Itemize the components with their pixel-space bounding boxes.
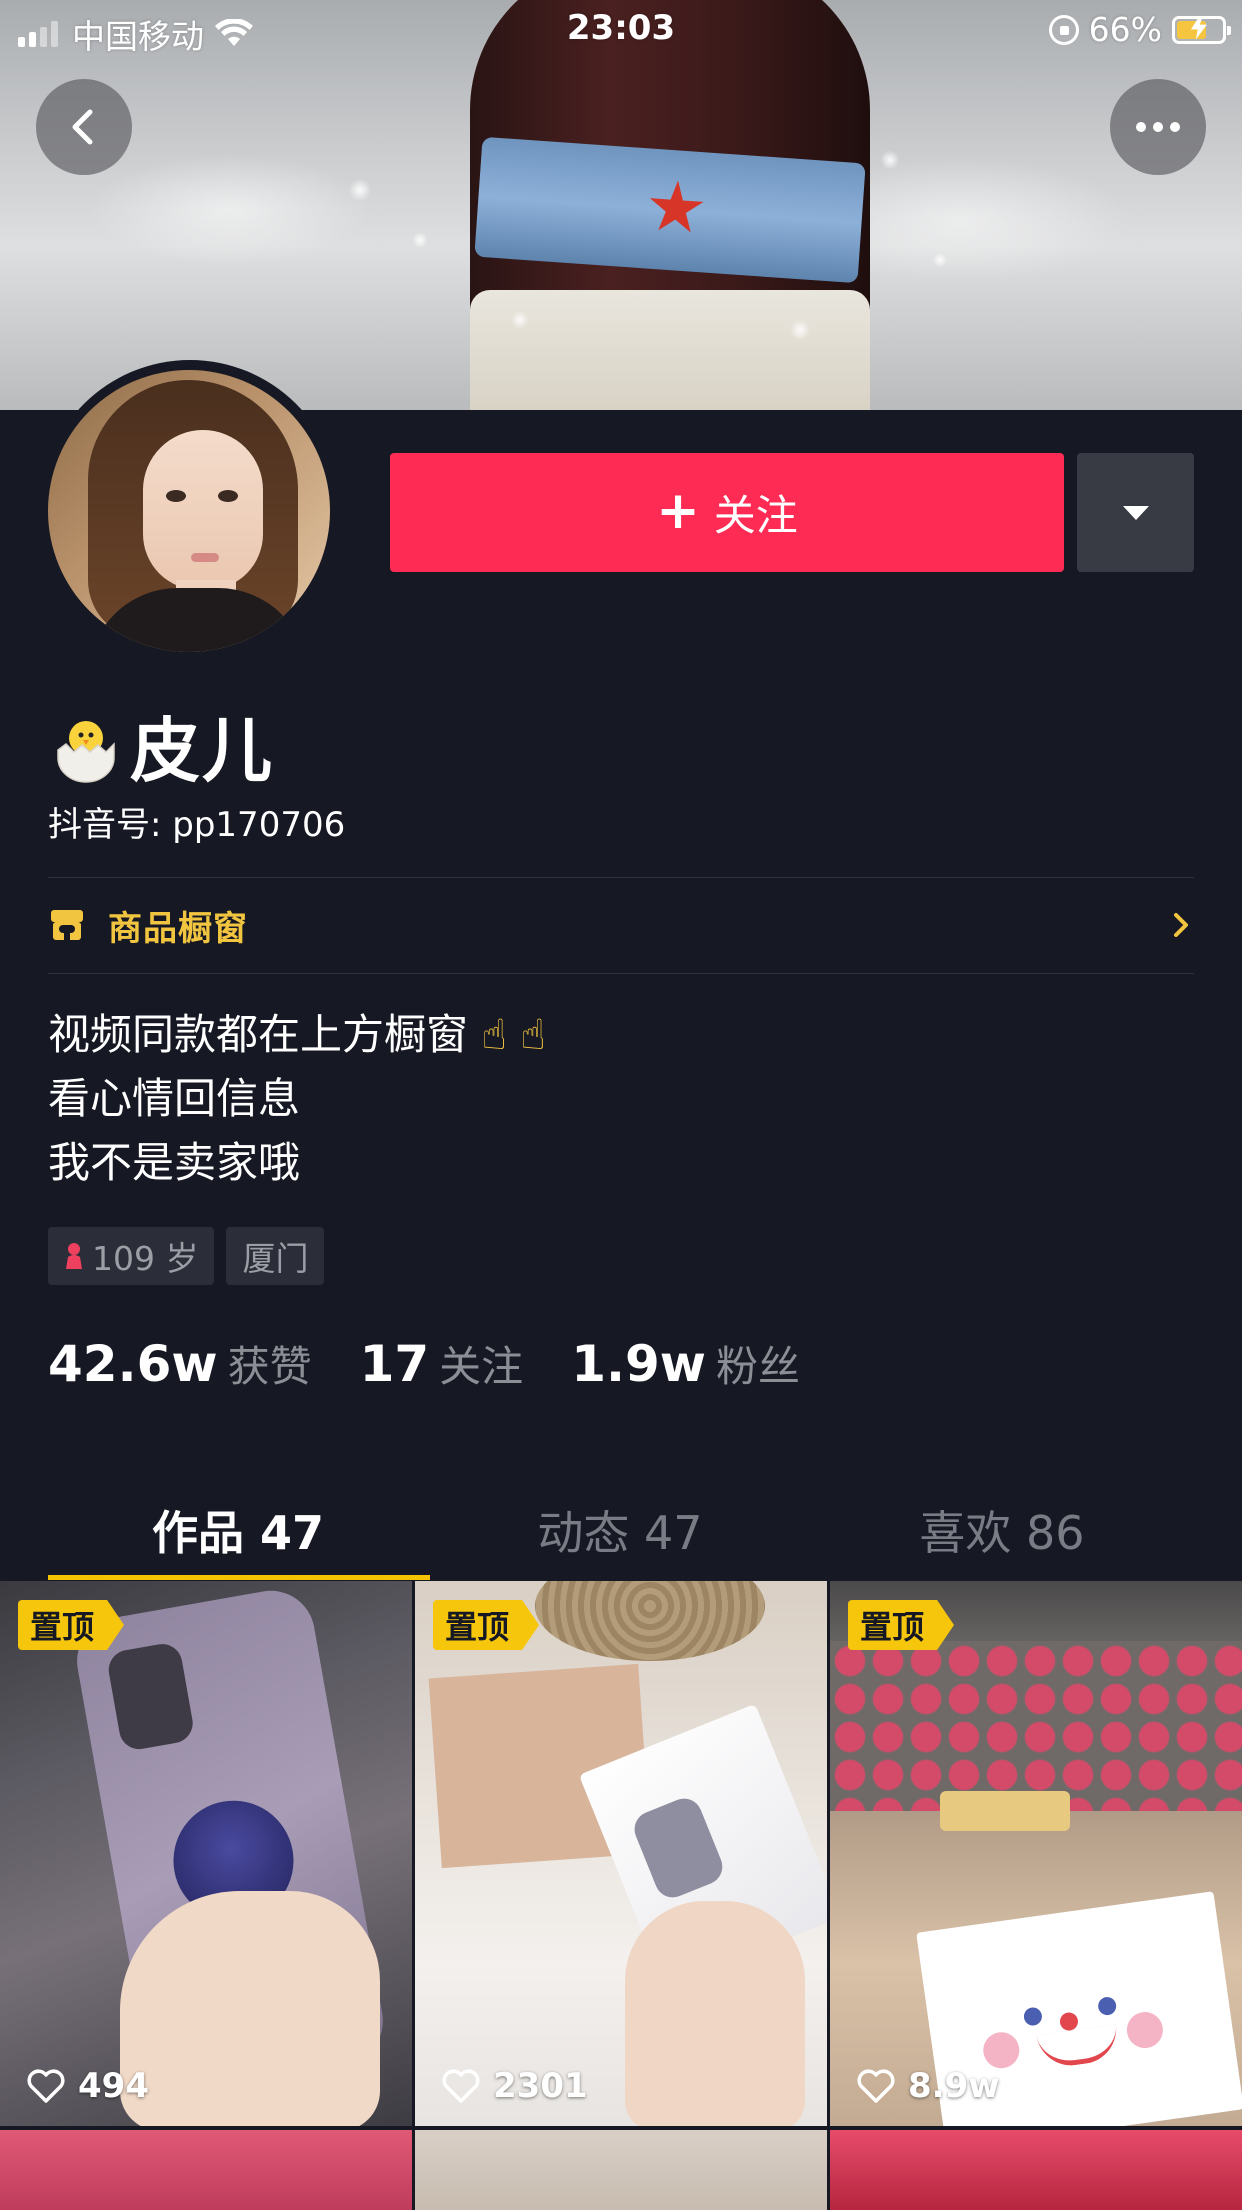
video-likes-count: 8.9w: [908, 2066, 1000, 2106]
age-tag-text: 109 岁: [92, 1239, 199, 1278]
battery-icon: [1172, 15, 1231, 44]
thumb-eye-left: [1022, 2006, 1044, 2027]
tab-posts[interactable]: 动态 47: [430, 1480, 810, 1580]
avatar-eye-left: [166, 490, 186, 502]
status-right: 66%: [1048, 10, 1231, 49]
tab-likes[interactable]: 喜欢 86: [812, 1480, 1192, 1580]
thumb-blush-right: [1124, 2009, 1166, 2051]
location-tag: 厦门: [226, 1227, 325, 1285]
chevron-left-icon: [72, 109, 93, 145]
hatching-chick-icon: [57, 720, 115, 783]
more-button[interactable]: [1110, 79, 1206, 175]
nickname-text: 皮儿: [130, 710, 274, 792]
pointing-up-icon: ☝ ☝: [481, 1010, 546, 1059]
tab-works[interactable]: 作品 47: [48, 1480, 428, 1580]
video-thumbnail[interactable]: 置顶 494: [0, 1581, 412, 2126]
thumb-box-lens: [629, 1793, 728, 1903]
fans-label: 粉丝: [715, 1342, 800, 1391]
heart-icon: [27, 2069, 65, 2103]
profile-stats: 42.6w 获赞 17 关注 1.9w 粉丝: [48, 1333, 848, 1394]
follow-button[interactable]: + 关注: [390, 453, 1064, 572]
rotation-lock-icon: [1048, 14, 1079, 45]
female-icon: [66, 1243, 82, 1269]
avatar[interactable]: [48, 370, 330, 652]
avatar-face: [143, 430, 263, 590]
thumb-tray-decoration: [940, 1791, 1070, 1831]
likes-stat: 42.6w 获赞: [48, 1333, 312, 1394]
video-thumbnail[interactable]: [415, 2130, 827, 2210]
more-dots-icon: [1136, 122, 1180, 132]
video-thumbnail[interactable]: 置顶 2301: [415, 1581, 827, 2126]
bio-line-2: 看心情回信息: [48, 1074, 301, 1123]
video-likes: 8.9w: [856, 2066, 1000, 2106]
video-likes: 494: [26, 2066, 149, 2106]
cover-image: [0, 0, 1242, 410]
thumb-hand-decoration: [625, 1901, 805, 2126]
divider-bottom: [48, 973, 1194, 974]
back-button[interactable]: [36, 79, 132, 175]
nickname: 皮儿: [48, 695, 274, 796]
location-tag-text: 厦门: [242, 1239, 309, 1278]
bio-line-3: 我不是卖家哦: [48, 1138, 301, 1187]
shop-window-label: 商品橱窗: [108, 908, 248, 949]
following-label: 关注: [439, 1342, 524, 1391]
thumb-rope-decoration: [535, 1581, 765, 1661]
thumb-phone-camera: [105, 1640, 196, 1753]
video-thumbnail[interactable]: [830, 2130, 1242, 2210]
pinned-badge: 置顶: [433, 1600, 540, 1650]
recommend-dropdown-button[interactable]: [1077, 453, 1194, 572]
thumb-eye-right: [1097, 1995, 1118, 2017]
bio-line-1: 视频同款都在上方橱窗 ☝ ☝: [48, 1003, 546, 1067]
video-thumbnail[interactable]: [0, 2130, 412, 2210]
likes-count: 42.6w: [48, 1335, 218, 1393]
thumb-blush-left: [980, 2029, 1022, 2071]
thumb-hand-decoration: [120, 1891, 380, 2126]
avatar-eye-right: [218, 490, 238, 502]
video-likes-count: 494: [78, 2066, 149, 2106]
caret-down-icon: [1122, 505, 1149, 520]
bio-line-1-text: 视频同款都在上方橱窗: [48, 1010, 469, 1059]
video-likes: 2301: [441, 2066, 588, 2106]
video-thumbnail[interactable]: 置顶 8.9w: [830, 1581, 1242, 2126]
content-tabs: 作品 47 动态 47 喜欢 86: [0, 1480, 1242, 1580]
plus-icon: +: [656, 480, 700, 541]
age-tag: 109 岁: [48, 1227, 215, 1285]
heart-icon: [442, 2069, 480, 2103]
pinned-badge: 置顶: [18, 1600, 125, 1650]
following-count: 17: [359, 1335, 430, 1393]
avatar-lips: [191, 553, 219, 562]
following-stat[interactable]: 17 关注: [360, 1333, 524, 1394]
heart-icon: [857, 2069, 895, 2103]
shop-window-row[interactable]: 商品橱窗: [48, 877, 1194, 973]
chevron-right-icon: [1174, 913, 1188, 937]
video-grid: 置顶 494 置顶 2301 置顶 8.9w: [0, 1581, 1242, 2210]
status-bar: 中国移动 23:03 66%: [0, 0, 1242, 58]
profile-tags: 109 岁 厦门: [48, 1227, 325, 1285]
storefront-icon: [51, 910, 83, 940]
follow-label: 关注: [713, 491, 798, 540]
douyin-id: 抖音号: pp170706: [48, 805, 346, 845]
bio: 视频同款都在上方橱窗 ☝ ☝ 看心情回信息 我不是卖家哦: [48, 1003, 546, 1195]
video-likes-count: 2301: [493, 2066, 588, 2106]
likes-label: 获赞: [227, 1342, 312, 1391]
battery-percent: 66%: [1088, 10, 1162, 49]
thumb-keyboard-decoration: [830, 1641, 1242, 1811]
pinned-badge: 置顶: [848, 1600, 955, 1650]
bubbles-decoration: [0, 0, 1242, 410]
active-tab-indicator: [48, 1575, 430, 1580]
fans-count: 1.9w: [571, 1335, 706, 1393]
thumb-smile: [1036, 2024, 1121, 2070]
fans-stat[interactable]: 1.9w 粉丝: [571, 1333, 800, 1394]
